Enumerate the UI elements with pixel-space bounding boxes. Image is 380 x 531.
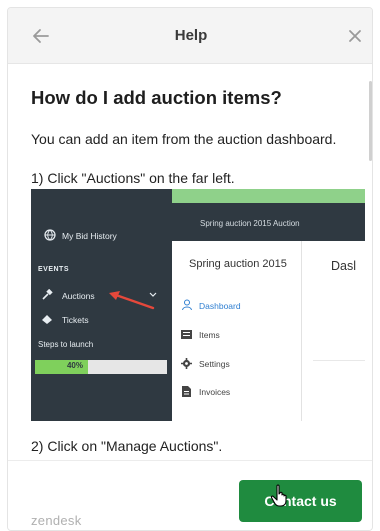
panel-title: Spring auction 2015 [189,258,287,270]
contact-us-button[interactable]: Contact us [239,480,362,522]
step-one-text: 1) Click "Auctions" on the far left. [31,170,235,186]
panel-item-settings: Settings [199,359,230,369]
panel-item-dashboard: Dashboard [199,301,241,311]
person-icon [182,299,192,311]
scrollbar[interactable] [369,81,372,161]
sidebar-item-auctions: Auctions [62,291,95,301]
sidebar-item-bid-history: My Bid History [62,231,117,241]
gavel-icon [42,289,53,300]
progress-label: 40% [66,361,83,370]
widget-footer: zendesk Contact us [8,460,372,530]
ticket-icon [42,315,52,324]
list-icon [181,330,192,339]
article-paragraph: You can add an item from the auction das… [31,131,337,147]
divider [313,360,365,361]
zendesk-logo: zendesk [31,513,82,528]
header-title: Help [174,27,208,44]
widget-header: Help [8,8,372,64]
steps-to-launch-label: Steps to launch [38,340,94,349]
document-icon [182,386,191,397]
close-icon[interactable] [345,26,365,46]
article-title: How do I add auction items? [31,87,282,108]
screenshot-top-accent [172,189,365,203]
auction-dashboard-screenshot: My Bid History EVENTS Auctions Tickets S… [31,189,365,421]
globe-icon [44,229,56,241]
red-arrow-annotation [109,291,155,310]
sidebar-item-tickets: Tickets [62,315,89,325]
panel-item-invoices: Invoices [199,387,231,397]
screenshot-topbar-title: Spring auction 2015 Auction [200,219,300,228]
panel-item-items: Items [199,330,220,340]
gear-icon [181,358,192,369]
help-widget: Help How do I add auction items? You can… [7,7,373,531]
sidebar-section-label: EVENTS [38,266,70,273]
step-two-text: 2) Click on "Manage Auctions". [31,438,223,454]
hand-cursor-icon [270,484,287,507]
article-content[interactable]: How do I add auction items? You can add … [8,65,372,460]
dashboard-heading-partial: Dasl [331,259,357,273]
